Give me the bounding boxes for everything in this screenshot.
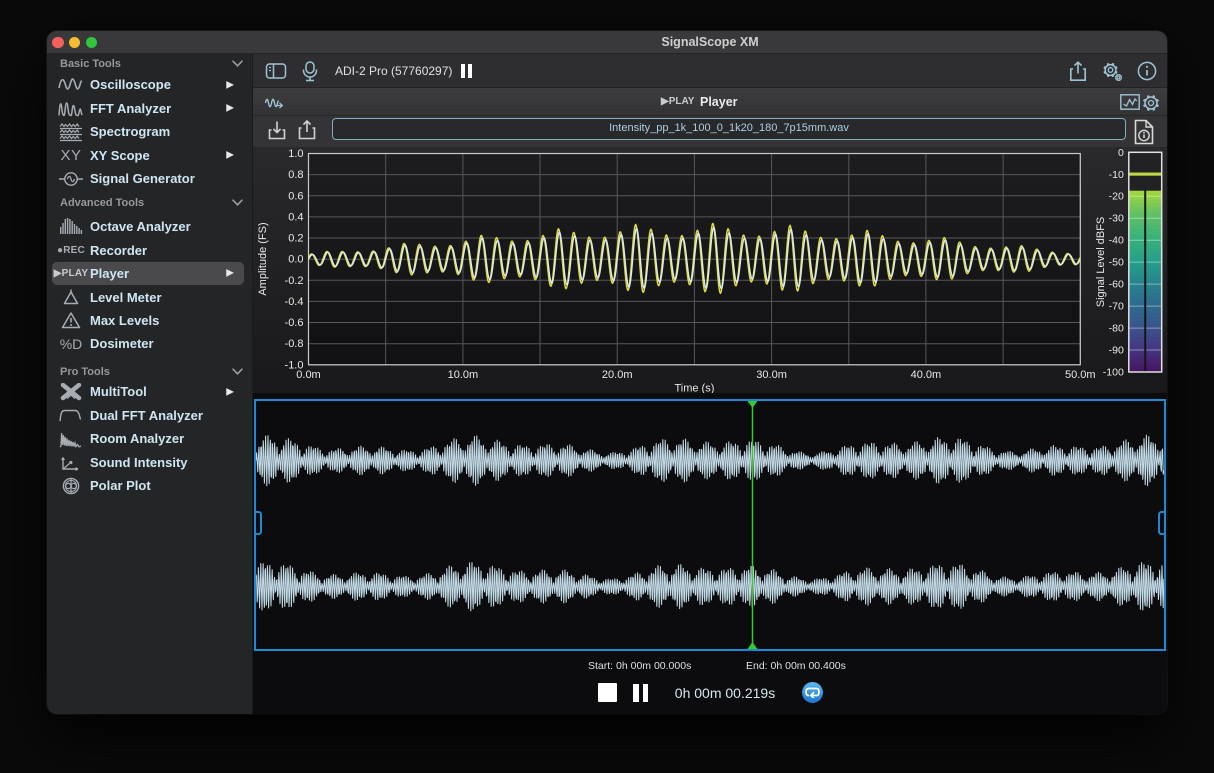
svg-text:10.0m: 10.0m <box>448 369 479 381</box>
svg-text:-40: -40 <box>1109 235 1124 247</box>
svg-text:-0.8: -0.8 <box>285 338 304 350</box>
svg-text:0.8: 0.8 <box>288 169 303 181</box>
svg-text:-100: -100 <box>1103 367 1124 379</box>
svg-text:0.0: 0.0 <box>288 254 303 266</box>
svg-text:-90: -90 <box>1109 345 1124 357</box>
svg-text:0: 0 <box>1118 147 1124 159</box>
svg-text:-0.4: -0.4 <box>285 296 304 308</box>
svg-text:-10: -10 <box>1109 169 1124 181</box>
svg-text:20.0m: 20.0m <box>602 369 633 381</box>
svg-text:1.0: 1.0 <box>288 148 303 160</box>
svg-text:-0.2: -0.2 <box>285 275 304 287</box>
svg-text:-30: -30 <box>1109 213 1124 225</box>
svg-text:50.0m: 50.0m <box>1065 369 1096 381</box>
svg-text:Time (s): Time (s) <box>674 382 714 393</box>
svg-text:-60: -60 <box>1109 279 1124 291</box>
svg-text:0.6: 0.6 <box>288 190 303 202</box>
svg-text:0.4: 0.4 <box>288 211 303 223</box>
svg-text:-20: -20 <box>1109 191 1124 203</box>
svg-text:30.0m: 30.0m <box>756 369 787 381</box>
svg-text:-80: -80 <box>1109 323 1124 335</box>
svg-text:0.0m: 0.0m <box>296 369 320 381</box>
svg-text:Signal Level dBFS: Signal Level dBFS <box>1095 217 1107 308</box>
svg-text:-0.6: -0.6 <box>285 317 304 329</box>
svg-text:0.2: 0.2 <box>288 233 303 245</box>
svg-text:-70: -70 <box>1109 301 1124 313</box>
svg-text:Amplitude (FS): Amplitude (FS) <box>257 222 269 295</box>
svg-text:-50: -50 <box>1109 257 1124 269</box>
svg-text:40.0m: 40.0m <box>911 369 942 381</box>
